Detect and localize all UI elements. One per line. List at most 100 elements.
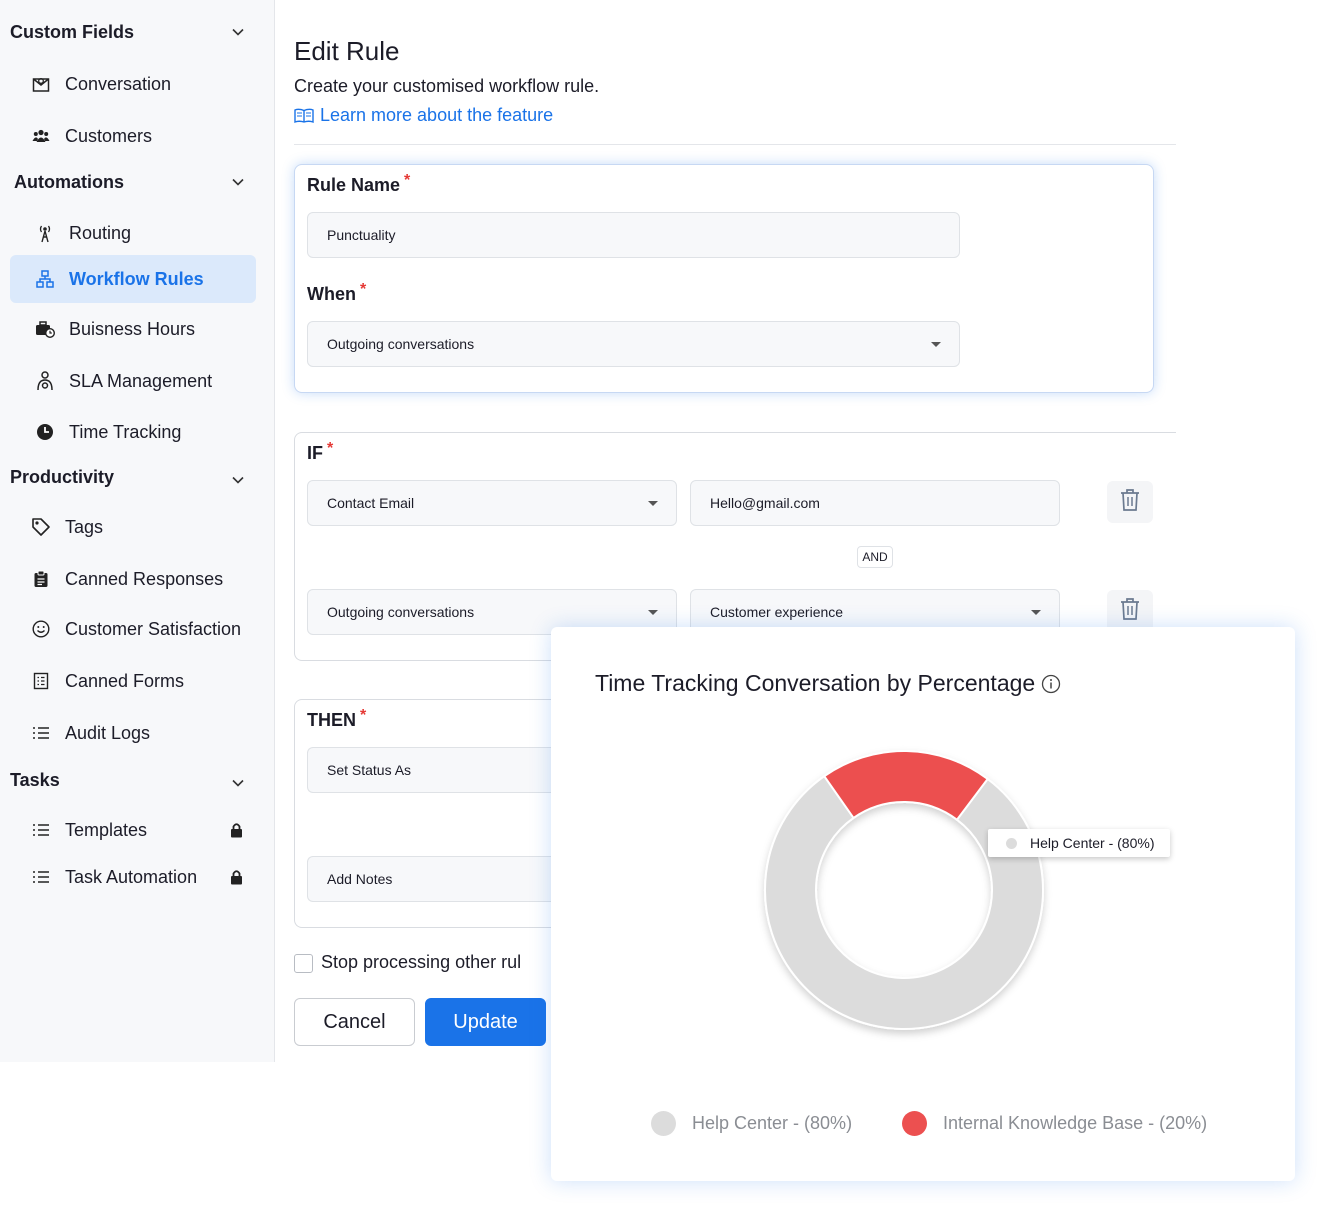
delete-condition-button[interactable]	[1107, 481, 1153, 523]
section-automations[interactable]: Automations	[14, 168, 250, 196]
required-mark: *	[360, 707, 367, 724]
required-mark: *	[327, 440, 334, 457]
rule-name-input[interactable]: Punctuality	[307, 212, 960, 258]
action-select[interactable]: Add Notes	[307, 856, 567, 902]
learn-more-link[interactable]: Learn more about the feature	[294, 105, 553, 126]
action-value: Add Notes	[327, 871, 393, 887]
chevron-down-icon	[232, 474, 244, 486]
delete-condition-button[interactable]	[1107, 590, 1153, 632]
donut-slice-internal-knowledge-base[interactable]	[822, 750, 990, 822]
caret-down-icon	[931, 342, 941, 347]
envelope-user-icon	[30, 73, 52, 95]
cancel-button[interactable]: Cancel	[294, 998, 415, 1046]
donut-chart	[764, 750, 1044, 1030]
sidebar-item-sla-management[interactable]: SLA Management	[10, 357, 256, 405]
condition-field-select[interactable]: Contact Email	[307, 480, 677, 526]
section-label: Tasks	[10, 769, 60, 790]
sidebar-item-routing[interactable]: Routing	[10, 209, 256, 257]
sidebar-item-templates[interactable]: Templates	[10, 806, 256, 854]
when-select[interactable]: Outgoing conversations	[307, 321, 960, 367]
condition-value: Customer experience	[710, 604, 844, 620]
sidebar-item-conversation[interactable]: Conversation	[10, 60, 256, 108]
chevron-down-icon	[232, 176, 244, 188]
caret-down-icon	[648, 501, 658, 506]
when-value: Outgoing conversations	[327, 336, 475, 352]
stop-processing-checkbox[interactable]	[294, 954, 313, 973]
page-title: Edit Rule	[294, 36, 400, 66]
tag-icon	[30, 516, 52, 538]
rule-name-label-text: Rule Name	[307, 175, 401, 195]
condition-field-value: Contact Email	[327, 495, 415, 511]
and-badge: AND	[857, 546, 893, 568]
sidebar-item-workflow-rules[interactable]: Workflow Rules	[10, 255, 256, 303]
list-icon	[30, 722, 52, 744]
chart-popup: Time Tracking Conversation by Percentage…	[551, 627, 1295, 1181]
form-icon	[30, 670, 52, 692]
lock-icon	[228, 821, 244, 839]
caret-down-icon	[648, 610, 658, 615]
rule-name-label: Rule Name *	[307, 172, 410, 196]
antenna-icon	[34, 222, 56, 244]
section-tasks[interactable]: Tasks	[10, 766, 250, 794]
chevron-down-icon	[232, 26, 244, 38]
learn-more-label: Learn more about the feature	[320, 105, 554, 125]
page-subtitle: Create your customised workflow rule.	[294, 76, 600, 96]
sidebar-item-label: Customers	[65, 125, 153, 146]
sidebar-item-label: Routing	[69, 222, 132, 243]
legend-dot	[651, 1111, 676, 1136]
sidebar-item-label: Workflow Rules	[69, 268, 204, 289]
person-gear-icon	[34, 370, 56, 392]
stop-processing-label: Stop processing other rul	[321, 952, 522, 972]
sidebar-item-label: Time Tracking	[69, 421, 182, 442]
book-icon	[294, 108, 314, 124]
if-label-text: IF	[307, 443, 323, 463]
sidebar-item-customers[interactable]: Customers	[10, 112, 256, 160]
sidebar-item-label: Templates	[65, 819, 148, 840]
chart-tooltip: Help Center - (80%)	[988, 829, 1170, 857]
sidebar-item-business-hours[interactable]: Buisness Hours	[10, 305, 256, 353]
legend-dot	[902, 1111, 927, 1136]
sidebar-item-label: Conversation	[65, 73, 172, 94]
sidebar: Custom Fields Conversation Customers Aut…	[0, 0, 275, 1062]
sidebar-item-tags[interactable]: Tags	[10, 503, 256, 551]
caret-down-icon	[1031, 610, 1041, 615]
chevron-down-icon	[232, 777, 244, 789]
section-label: Custom Fields	[10, 21, 135, 42]
sidebar-item-task-automation[interactable]: Task Automation	[10, 853, 256, 901]
then-label: THEN *	[307, 707, 367, 731]
sidebar-item-canned-responses[interactable]: Canned Responses	[10, 555, 256, 603]
sidebar-item-label: Task Automation	[65, 866, 198, 887]
trash-icon	[1120, 488, 1140, 517]
sidebar-item-canned-forms[interactable]: Canned Forms	[10, 657, 256, 705]
sidebar-item-label: Canned Forms	[65, 670, 185, 691]
condition-field-value: Outgoing conversations	[327, 604, 475, 620]
section-custom-fields[interactable]: Custom Fields	[10, 18, 250, 46]
legend-item-help-center[interactable]: Help Center - (80%)	[651, 1111, 852, 1136]
action-value: Set Status As	[327, 762, 412, 778]
sidebar-item-label: Audit Logs	[65, 722, 151, 743]
list-icon	[30, 866, 52, 888]
clipboard-icon	[30, 568, 52, 590]
sidebar-item-label: Buisness Hours	[69, 318, 196, 339]
section-label: Productivity	[10, 466, 115, 487]
sidebar-item-time-tracking[interactable]: Time Tracking	[10, 408, 256, 456]
action-select[interactable]: Set Status As	[307, 747, 567, 793]
donut-slice-help-center[interactable]	[764, 774, 1044, 1030]
briefcase-clock-icon	[34, 318, 56, 340]
condition-value-input[interactable]: Hello@gmail.com	[690, 480, 1060, 526]
sidebar-item-label: Canned Responses	[65, 568, 224, 589]
legend-label: Internal Knowledge Base - (20%)	[943, 1113, 1208, 1133]
required-mark: *	[360, 281, 367, 298]
update-button[interactable]: Update	[425, 998, 546, 1046]
list-icon	[30, 819, 52, 841]
smile-icon	[30, 618, 52, 640]
divider	[294, 144, 1176, 145]
lock-icon	[228, 868, 244, 886]
section-productivity[interactable]: Productivity	[10, 463, 250, 491]
section-label: Automations	[14, 171, 124, 192]
sidebar-item-customer-satisfaction[interactable]: Customer Satisfaction	[10, 605, 256, 653]
when-label: When *	[307, 281, 367, 305]
tooltip-dot	[1006, 837, 1017, 849]
legend-item-internal-knowledge-base[interactable]: Internal Knowledge Base - (20%)	[902, 1111, 1207, 1136]
sidebar-item-audit-logs[interactable]: Audit Logs	[10, 709, 256, 757]
